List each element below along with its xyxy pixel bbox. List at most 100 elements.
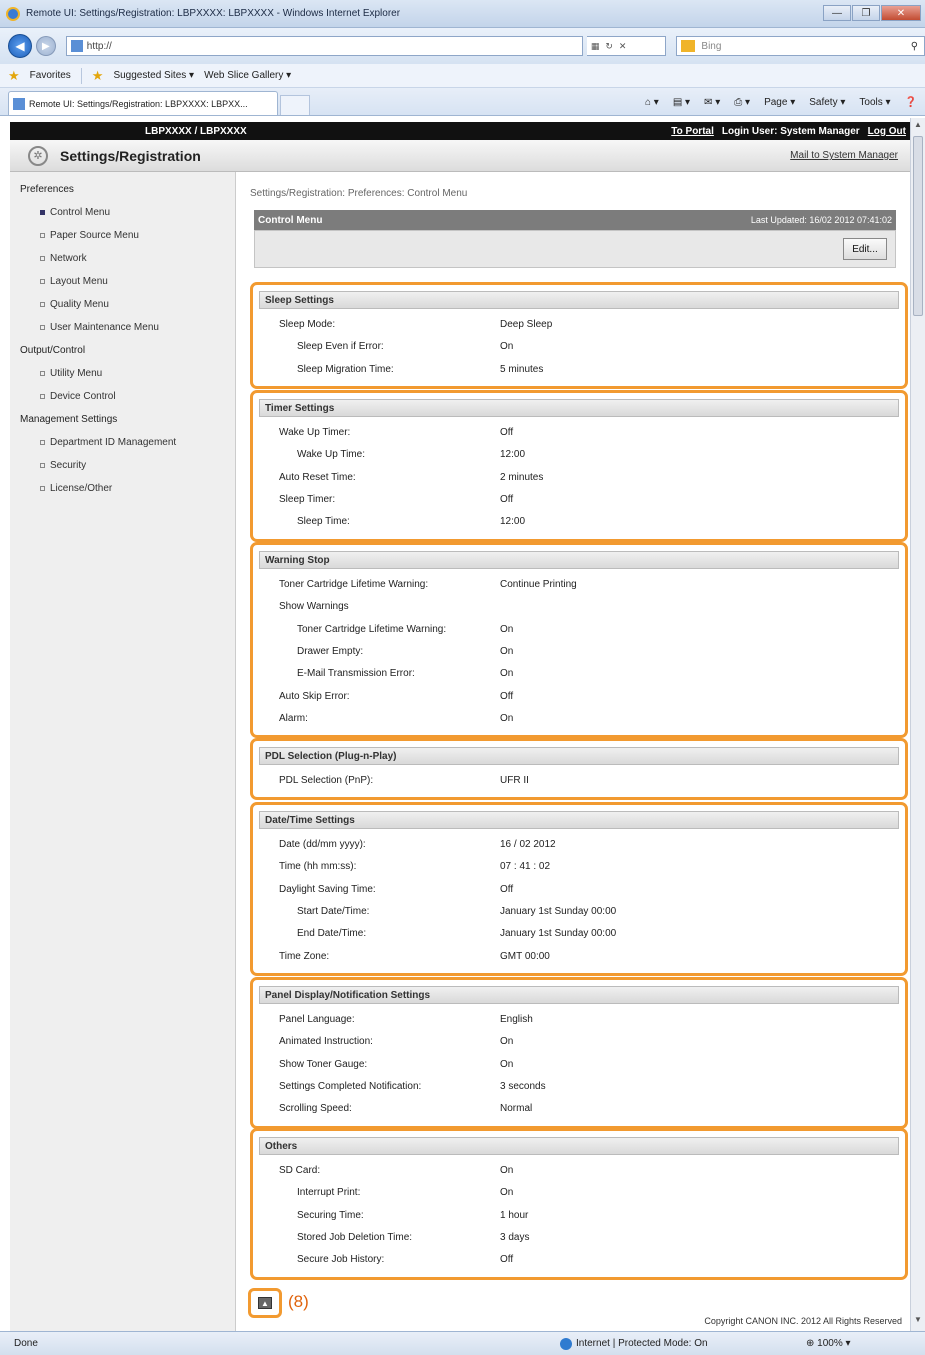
sidebar-item[interactable]: Department ID Management [10, 431, 235, 454]
setting-value: GMT 00:00 [500, 950, 550, 962]
setting-row: Wake Up Timer: Off [253, 423, 903, 445]
sidebar-group-heading: Preferences [20, 184, 74, 195]
print-icon[interactable]: ⎙ ▾ [734, 97, 750, 108]
section-heading: Others [259, 1137, 899, 1155]
sidebar: Preferences Control Menu Paper Source Menu… [10, 172, 236, 1331]
setting-row: Show Toner Gauge: On [253, 1055, 903, 1077]
add-favorite-icon[interactable]: ★ [92, 68, 104, 84]
setting-label: Time Zone: [279, 950, 330, 962]
sidebar-item[interactable]: Paper Source Menu [10, 224, 235, 247]
site-favicon-icon [70, 40, 83, 52]
stop-icon[interactable]: ✕ [619, 41, 627, 52]
new-tab-button[interactable] [280, 95, 310, 115]
control-menu-toolbar: Edit... [254, 230, 896, 268]
mail-to-manager-link[interactable]: Mail to System Manager [790, 150, 898, 161]
suggested-sites-link[interactable]: Suggested Sites ▾ [113, 70, 194, 81]
safety-menu[interactable]: Safety ▾ [809, 97, 845, 108]
tab-favicon-icon [13, 97, 25, 110]
section-heading: Timer Settings [259, 399, 899, 417]
vertical-scrollbar[interactable]: ▲ ▼ [910, 118, 925, 1331]
page-title: Settings/Registration [60, 147, 201, 164]
sidebar-item[interactable]: Security [10, 454, 235, 477]
settings-section: Warning Stop Toner Cartridge Lifetime War… [250, 542, 908, 739]
minimize-button[interactable]: — [823, 5, 851, 21]
restore-button[interactable]: ❐ [852, 5, 880, 21]
sidebar-item-label: Quality Menu [50, 299, 109, 310]
sidebar-item-label: Network [50, 253, 87, 264]
window-title: Remote UI: Settings/Registration: LBPXXX… [26, 8, 401, 19]
setting-label: Sleep Migration Time: [297, 363, 394, 375]
sidebar-item[interactable]: Quality Menu [10, 293, 235, 316]
log-out-link[interactable]: Log Out [868, 126, 906, 137]
setting-value: 5 minutes [500, 363, 544, 375]
setting-row: Wake Up Time: 12:00 [253, 445, 903, 467]
search-placeholder: Bing [701, 40, 722, 52]
search-field[interactable]: Bing ⚲ [676, 36, 925, 56]
forward-button[interactable]: ▶ [35, 36, 56, 56]
address-field[interactable]: http:// [65, 36, 583, 56]
settings-section: Panel Display/Notification Settings Panel… [250, 977, 908, 1129]
settings-section: Others SD Card: On Interrupt Print: On Securi… [250, 1128, 908, 1280]
setting-label: Sleep Even if Error: [297, 341, 384, 353]
status-text: Done [14, 1338, 38, 1349]
web-slice-gallery-link[interactable]: Web Slice Gallery ▾ [204, 70, 291, 81]
zoom-control[interactable]: ⊕ 100% ▾ [806, 1338, 851, 1349]
search-icon[interactable]: ⚲ [911, 41, 918, 52]
refresh-icon[interactable]: ↻ [605, 41, 613, 52]
callout-8: (8) [288, 1292, 309, 1311]
sidebar-item[interactable]: Utility Menu [10, 362, 235, 385]
address-text: http:// [86, 40, 112, 52]
scroll-up-icon[interactable]: ▲ [911, 120, 925, 134]
compat-view-icon[interactable]: ▦ [591, 41, 600, 52]
sidebar-item[interactable]: Control Menu [10, 201, 235, 224]
favorites-button[interactable]: Favorites [30, 70, 71, 81]
favorites-star-icon[interactable]: ★ [8, 68, 20, 84]
setting-value: On [500, 1036, 514, 1048]
setting-value: 16 / 02 2012 [500, 839, 556, 850]
page-top-button[interactable]: ▲ [248, 1288, 282, 1318]
sidebar-item[interactable]: Device Control [10, 385, 235, 408]
tools-menu[interactable]: Tools ▾ [859, 97, 890, 108]
edit-button[interactable]: Edit... [843, 238, 887, 260]
feeds-icon[interactable]: ▤ ▾ [673, 97, 690, 108]
bullet-icon [40, 371, 45, 376]
address-bar-row: ◀ ▶ http:// ▦ ↻ ✕ Bing ⚲ [0, 28, 925, 64]
sidebar-item[interactable]: License/Other [10, 477, 235, 500]
home-icon[interactable]: ⌂ ▾ [645, 97, 659, 108]
sidebar-item-label: User Maintenance Menu [50, 322, 159, 333]
scroll-down-icon[interactable]: ▼ [911, 1315, 925, 1329]
security-zone: Internet | Protected Mode: On [560, 1337, 708, 1350]
sidebar-item[interactable]: Layout Menu [10, 270, 235, 293]
setting-row: Sleep Mode: Deep Sleep [253, 315, 903, 337]
setting-value: Normal [500, 1103, 533, 1115]
setting-value: 3 seconds [500, 1080, 546, 1092]
setting-value: 3 days [500, 1231, 530, 1243]
setting-row: Interrupt Print: On [253, 1183, 903, 1205]
setting-value: Off [500, 427, 514, 438]
bullet-icon [40, 463, 45, 468]
page-menu[interactable]: Page ▾ [764, 97, 795, 108]
close-button[interactable]: ✕ [881, 5, 921, 21]
help-icon[interactable]: ❓ [905, 97, 917, 108]
sidebar-item[interactable]: Network [10, 247, 235, 270]
setting-label: Toner Cartridge Lifetime Warning: [297, 623, 447, 635]
sidebar-item-label: Security [50, 460, 87, 471]
back-button[interactable]: ◀ [8, 34, 32, 58]
setting-value: 12:00 [500, 516, 526, 528]
setting-row: Show Warnings [253, 597, 903, 619]
to-portal-link[interactable]: To Portal [671, 126, 714, 137]
section-heading: PDL Selection (Plug-n-Play) [259, 747, 899, 765]
mail-icon[interactable]: ✉ ▾ [704, 97, 720, 108]
bullet-icon [40, 210, 45, 215]
setting-value: Deep Sleep [500, 319, 553, 330]
address-tools: ▦ ↻ ✕ [586, 36, 667, 56]
setting-row: Auto Skip Error: Off [253, 687, 903, 709]
sidebar-item[interactable]: User Maintenance Menu [10, 316, 235, 339]
scroll-thumb[interactable] [913, 136, 923, 316]
tab-remote-ui[interactable]: Remote UI: Settings/Registration: LBPXXX… [8, 91, 278, 115]
setting-row: Toner Cartridge Lifetime Warning: Continu… [253, 575, 903, 597]
bullet-icon [40, 279, 45, 284]
settings-section: Sleep Settings Sleep Mode: Deep Sleep Sleep… [250, 282, 908, 389]
section-heading: Warning Stop [259, 551, 899, 569]
sidebar-item-label: Utility Menu [50, 368, 103, 379]
